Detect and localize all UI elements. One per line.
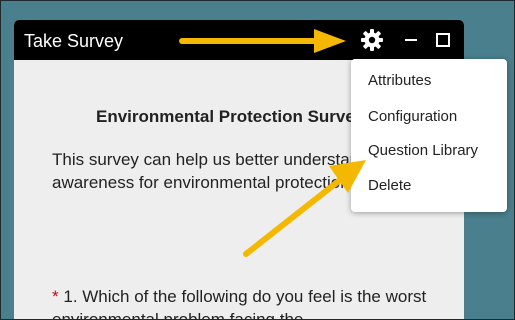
settings-menu: Attributes Configuration Question Librar… xyxy=(351,59,507,212)
maximize-icon[interactable] xyxy=(434,28,454,52)
window-titlebar: Take Survey xyxy=(14,20,464,60)
question-text: 1. Which of the following do you feel is… xyxy=(52,287,427,320)
minimize-icon[interactable] xyxy=(402,28,422,52)
menu-item-attributes[interactable]: Attributes xyxy=(368,72,431,89)
menu-item-configuration[interactable]: Configuration xyxy=(368,108,457,125)
menu-item-delete[interactable]: Delete xyxy=(368,177,411,194)
survey-title: Environmental Protection Survey xyxy=(96,107,365,126)
question-1: * 1. Which of the following do you feel … xyxy=(52,285,464,320)
gear-icon[interactable] xyxy=(359,27,385,53)
window-title: Take Survey xyxy=(24,31,124,51)
menu-item-question-library[interactable]: Question Library xyxy=(368,142,478,159)
required-marker: * xyxy=(52,287,59,306)
